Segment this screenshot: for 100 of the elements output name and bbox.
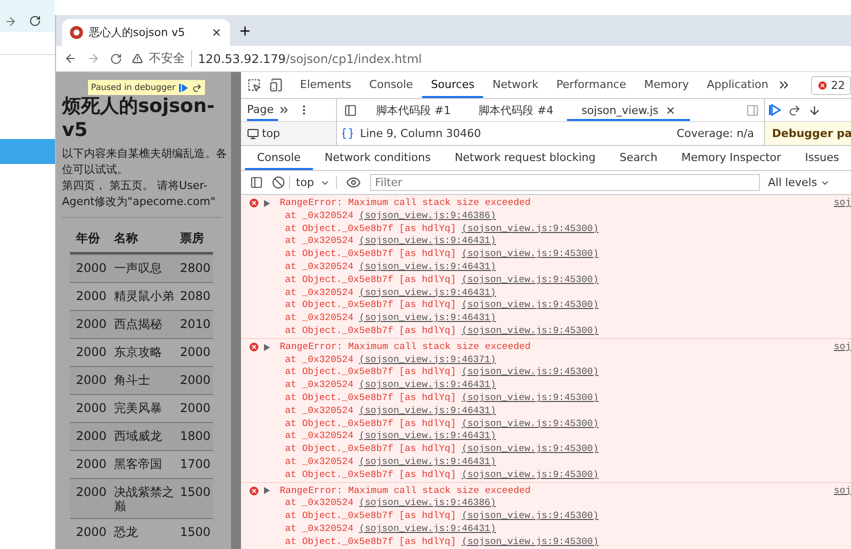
source-link[interactable]: (sojson_view.js:9:45300) bbox=[462, 222, 599, 234]
column-header: 名称 bbox=[114, 230, 139, 245]
source-link[interactable]: (sojson_view.js:9:45300) bbox=[462, 392, 599, 403]
source-link[interactable]: (sojson_view.js:9:46431) bbox=[359, 260, 496, 272]
back-icon[interactable] bbox=[64, 52, 77, 65]
table-cell-text: 1500 bbox=[180, 524, 212, 541]
close-icon[interactable] bbox=[211, 27, 222, 38]
clear-console-icon[interactable] bbox=[272, 176, 285, 189]
drawer-tab[interactable]: Network conditions bbox=[312, 146, 443, 170]
error-icon bbox=[248, 341, 260, 354]
frame-function: at Object._0x5e8b7f [as hdlYq] bbox=[285, 274, 456, 285]
table-cell-text: 完美风暴 bbox=[114, 400, 163, 417]
table-cell-text: 黑客帝国 bbox=[114, 456, 163, 473]
source-link[interactable]: soj bbox=[834, 197, 851, 210]
pretty-print-icon[interactable] bbox=[341, 127, 354, 140]
live-expression-icon[interactable] bbox=[346, 175, 362, 190]
navigator-tab[interactable]: Page bbox=[247, 99, 278, 121]
source-link[interactable]: (sojson_view.js:9:46386) bbox=[359, 497, 496, 508]
debugger-banner-text: Debugger pa bbox=[772, 127, 851, 140]
drawer-tab[interactable]: Console bbox=[245, 146, 313, 170]
page-scrollbar[interactable] bbox=[231, 72, 241, 549]
filter-field[interactable]: Filter bbox=[370, 174, 760, 191]
address-url[interactable]: 120.53.92.179/sojson/cp1/index.html bbox=[198, 52, 422, 66]
frame-function: at Object._0x5e8b7f [as hdlYq] bbox=[285, 418, 456, 429]
inspect-icon[interactable] bbox=[247, 78, 261, 92]
devtools-tab[interactable]: Console bbox=[360, 72, 422, 98]
security-label[interactable]: 不安全 bbox=[149, 50, 192, 67]
source-link[interactable]: (sojson_view.js:9:45300) bbox=[462, 366, 599, 378]
frame-function: at _0x320524 bbox=[285, 404, 354, 416]
source-link[interactable]: (sojson_view.js:9:46386) bbox=[359, 210, 496, 221]
frame-function: at Object._0x5e8b7f [as hdlYq] bbox=[285, 536, 456, 547]
source-link[interactable]: (sojson_view.js:9:45300) bbox=[462, 299, 599, 310]
drawer-tab[interactable]: Memory Inspector bbox=[669, 146, 793, 170]
toggle-navigator-icon[interactable] bbox=[344, 104, 357, 116]
source-link[interactable]: soj bbox=[834, 484, 851, 498]
resume-icon[interactable] bbox=[769, 104, 781, 116]
source-link[interactable]: (sojson_view.js:9:45300) bbox=[462, 248, 599, 260]
devtools-tab[interactable]: Network bbox=[483, 72, 548, 98]
resume-icon[interactable] bbox=[179, 84, 188, 92]
device-toggle-icon[interactable] bbox=[269, 78, 283, 92]
reload-icon[interactable] bbox=[29, 15, 41, 27]
toggle-debugger-icon[interactable] bbox=[746, 104, 759, 116]
editor-tab[interactable]: 脚本代码段 #4 bbox=[464, 99, 568, 121]
source-link[interactable]: (sojson_view.js:9:46431) bbox=[359, 235, 496, 246]
source-link[interactable]: (sojson_view.js:9:46431) bbox=[359, 404, 496, 416]
table-cell-text: 2010 bbox=[180, 316, 212, 333]
step-over-icon[interactable] bbox=[192, 82, 202, 92]
step-over-icon[interactable] bbox=[788, 104, 801, 116]
devtools-tab[interactable]: Elements bbox=[291, 72, 360, 98]
expand-triangle-icon[interactable] bbox=[264, 487, 270, 494]
levels-dropdown[interactable]: All levels bbox=[768, 176, 830, 189]
source-link[interactable]: (sojson_view.js:9:46431) bbox=[359, 286, 496, 298]
source-link[interactable]: (sojson_view.js:9:45300) bbox=[462, 468, 599, 480]
drawer-tab[interactable]: Network request blocking bbox=[442, 146, 608, 170]
more-tabs-icon[interactable] bbox=[278, 104, 290, 116]
context-label: top bbox=[296, 176, 314, 189]
step-into-icon[interactable] bbox=[808, 104, 821, 116]
source-link[interactable]: (sojson_view.js:9:45300) bbox=[462, 418, 599, 429]
source-link[interactable]: (sojson_view.js:9:45300) bbox=[462, 536, 599, 547]
close-icon[interactable] bbox=[664, 104, 676, 116]
frame-function: at _0x320524 bbox=[285, 235, 354, 246]
drawer-tab[interactable]: Issues bbox=[792, 146, 851, 170]
expand-triangle-icon[interactable] bbox=[264, 200, 270, 207]
table-cell-text: 2000 bbox=[76, 344, 108, 361]
drawer-tab[interactable]: Search bbox=[608, 146, 670, 170]
table-cell-text: 1800 bbox=[180, 428, 212, 445]
tree-item[interactable]: top bbox=[262, 127, 280, 140]
banner-strip bbox=[0, 139, 55, 164]
devtools-tab[interactable]: Sources bbox=[422, 72, 484, 98]
error-count-badge[interactable]: 22 bbox=[811, 76, 851, 94]
devtools-tab[interactable]: Application bbox=[698, 72, 778, 98]
devtools-tab[interactable]: Memory bbox=[635, 72, 698, 98]
table-cell-text: 2000 bbox=[76, 484, 108, 501]
source-link[interactable]: (sojson_view.js:9:45300) bbox=[462, 443, 599, 454]
context-selector[interactable]: top bbox=[289, 176, 338, 189]
source-link[interactable]: (sojson_view.js:9:46431) bbox=[359, 522, 496, 534]
editor-tab[interactable]: sojson_view.js bbox=[567, 99, 690, 121]
browser-tab[interactable]: 恶心人的sojson v5 bbox=[62, 19, 230, 46]
expand-triangle-icon[interactable] bbox=[264, 344, 270, 351]
source-link[interactable]: (sojson_view.js:9:46371) bbox=[359, 354, 496, 365]
column-header: 票房 bbox=[180, 230, 205, 245]
source-link[interactable]: (sojson_view.js:9:46431) bbox=[359, 456, 496, 467]
source-link[interactable]: (sojson_view.js:9:45300) bbox=[462, 324, 599, 336]
forward-icon[interactable] bbox=[4, 14, 17, 28]
source-link[interactable]: (sojson_view.js:9:46431) bbox=[359, 312, 496, 324]
devtools-tab[interactable]: Performance bbox=[547, 72, 636, 98]
frame-function: at _0x320524 bbox=[285, 456, 354, 467]
frame-function: at _0x320524 bbox=[285, 312, 354, 324]
paused-label: Paused in debugger bbox=[91, 82, 176, 92]
error-icon bbox=[248, 484, 260, 497]
source-link[interactable]: (sojson_view.js:9:46431) bbox=[359, 430, 496, 442]
reload-icon[interactable] bbox=[110, 52, 122, 64]
table-cell-text: 1500 bbox=[180, 484, 212, 501]
new-tab-icon[interactable] bbox=[238, 24, 252, 38]
source-link[interactable]: soj bbox=[834, 340, 851, 354]
sidebar-toggle-icon[interactable] bbox=[250, 176, 263, 189]
source-link[interactable]: (sojson_view.js:9:45300) bbox=[462, 510, 599, 522]
editor-tab[interactable]: 脚本代码段 #1 bbox=[362, 99, 465, 121]
source-link[interactable]: (sojson_view.js:9:46431) bbox=[359, 379, 496, 390]
source-link[interactable]: (sojson_view.js:9:45300) bbox=[462, 274, 599, 285]
